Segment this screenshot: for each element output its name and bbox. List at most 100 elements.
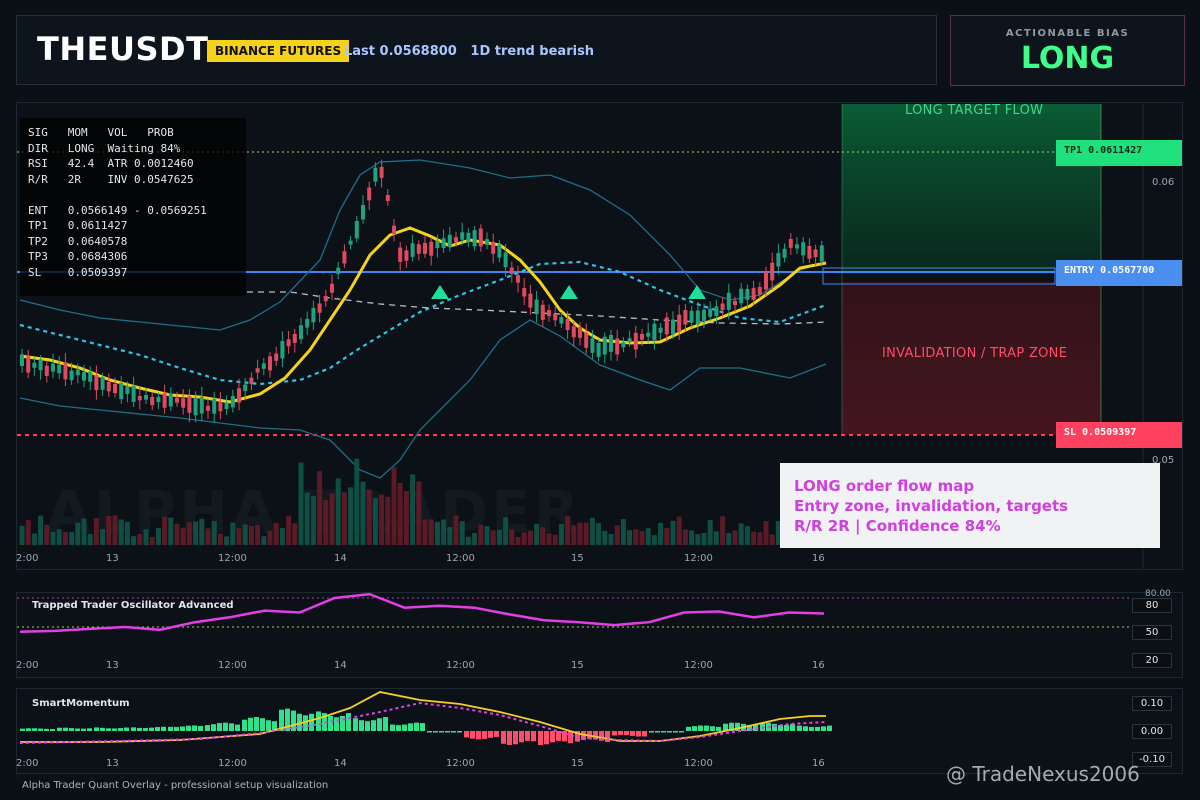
momentum-bar (790, 724, 795, 731)
momentum-bar (44, 728, 49, 731)
momentum-bar (186, 725, 191, 731)
momentum-bar (494, 731, 499, 737)
momentum-bar (137, 727, 142, 731)
momentum-bar (464, 731, 469, 738)
momentum-bar (211, 724, 216, 731)
momentum-bar (266, 720, 271, 731)
momentum-bar (180, 726, 185, 731)
momentum-bar (420, 723, 425, 731)
momentum-bar (57, 727, 62, 731)
momentum-bar (815, 727, 820, 731)
momentum-bar (698, 725, 703, 731)
momentum-bar (26, 728, 31, 731)
momentum-bar (260, 718, 265, 731)
momentum-bar (784, 725, 789, 731)
momentum-bar (568, 731, 573, 744)
momentum-bar (630, 731, 635, 736)
momentum-bar (636, 731, 641, 737)
momentum-bar (143, 728, 148, 731)
momentum-bar (550, 731, 555, 743)
momentum-bar (797, 725, 802, 731)
momentum-bar (519, 731, 524, 743)
time-label: 12:00 (218, 758, 247, 769)
momentum-bar (445, 731, 450, 733)
momentum-bar (642, 731, 647, 737)
momentum-bar (396, 725, 401, 731)
momentum-bar (470, 731, 475, 739)
momentum-bar (402, 724, 407, 731)
momentum-bar (192, 725, 197, 731)
momentum-bar (377, 718, 382, 731)
momentum-bar (408, 723, 413, 731)
momentum-bar (525, 731, 530, 741)
momentum-bar (328, 715, 333, 731)
momentum-bar (501, 731, 506, 744)
momentum-bar (538, 731, 543, 745)
momentum-bar (50, 729, 55, 731)
momentum-bar (735, 722, 740, 731)
momentum-bar (439, 731, 444, 733)
time-label: 12:00 (684, 758, 713, 769)
momentum-bar (217, 723, 222, 731)
momentum-bar (612, 731, 617, 736)
momentum-bar (624, 731, 629, 736)
momentum-bar (507, 731, 512, 745)
momentum-bar (353, 718, 358, 731)
momentum-bar (686, 726, 691, 731)
momentum-bar (618, 731, 623, 735)
momentum-bar (371, 720, 376, 731)
momentum-bar (168, 726, 173, 731)
momentum-bar (32, 728, 37, 731)
momentum-bar (63, 727, 68, 731)
time-label: 16 (812, 758, 825, 769)
momentum-bar (149, 727, 154, 731)
momentum-bar (692, 726, 697, 731)
momentum-bar (673, 731, 678, 733)
time-label: 14 (334, 758, 347, 769)
momentum-bar (161, 726, 166, 731)
momentum-bar (316, 711, 321, 731)
footer-caption: Alpha Trader Quant Overlay - professiona… (22, 780, 329, 791)
momentum-bar (118, 728, 123, 731)
momentum-bar (562, 731, 567, 742)
momentum-bar (649, 731, 654, 733)
momentum-bar (482, 731, 487, 739)
momentum-bar (205, 725, 210, 731)
momentum-bar (229, 723, 234, 731)
momentum-bar (69, 728, 74, 731)
momentum-signal-line (20, 691, 826, 743)
momentum-bar (254, 717, 259, 731)
momentum-bar (359, 720, 364, 731)
momentum-bar (414, 722, 419, 731)
momentum-bar (821, 726, 826, 731)
time-label: 13 (106, 758, 119, 769)
momentum-bar (433, 731, 438, 733)
momentum-bar (457, 731, 462, 733)
momentum-bar (131, 727, 136, 731)
momentum-bar (20, 728, 25, 731)
momentum-bar (383, 717, 388, 731)
momentum-bar (827, 725, 832, 731)
momentum-bar (87, 728, 92, 731)
momentum-bar (94, 727, 99, 731)
momentum-bar (365, 721, 370, 731)
momentum-level-000: 0.00 (1132, 724, 1172, 739)
momentum-bar (155, 727, 160, 731)
time-label: 12:00 (446, 758, 475, 769)
momentum-bar (38, 728, 43, 731)
momentum-bar (531, 731, 536, 742)
momentum-bar (346, 713, 351, 731)
momentum-bar (476, 731, 481, 740)
momentum-bar (223, 722, 228, 731)
momentum-bar (124, 727, 129, 731)
momentum-bar (655, 731, 660, 733)
author-watermark: @ TradeNexus2006 (946, 762, 1140, 786)
momentum-bar (451, 731, 456, 733)
momentum-bar (174, 727, 179, 731)
momentum-bar (803, 726, 808, 731)
momentum-bar (427, 731, 432, 733)
momentum-bar (716, 726, 721, 731)
momentum-bar (106, 728, 111, 731)
momentum-bar (248, 717, 253, 731)
momentum-bar (679, 731, 684, 733)
